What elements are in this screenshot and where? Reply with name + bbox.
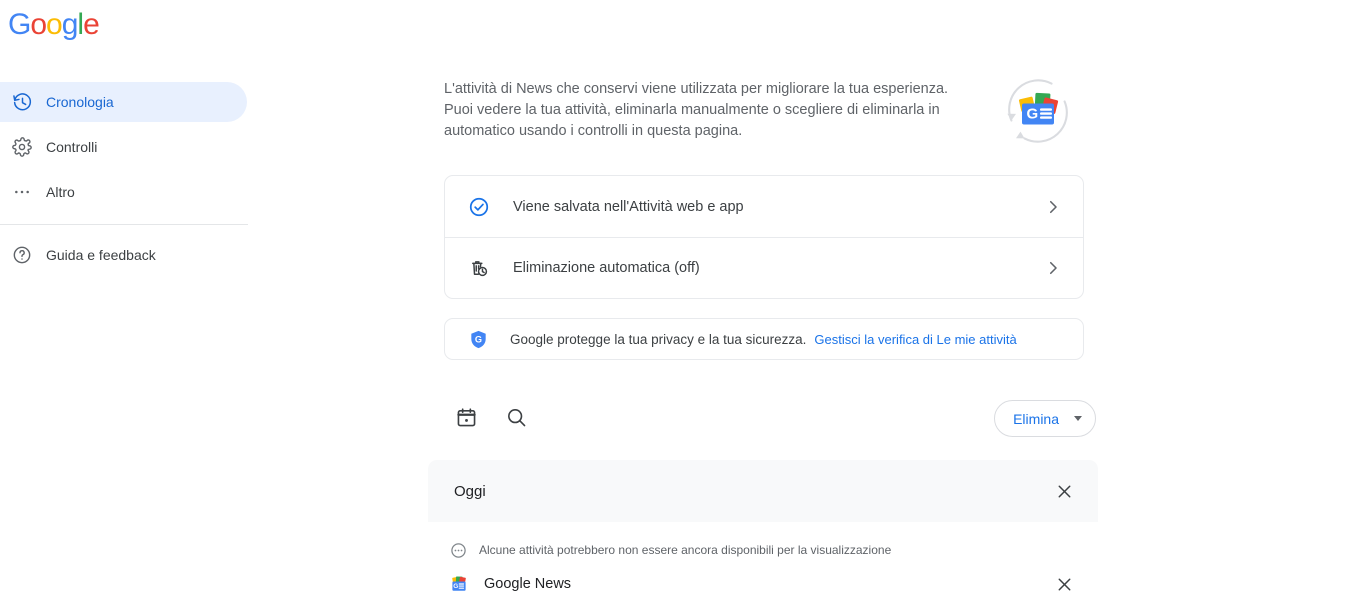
day-group-oggi: Oggi Alcune attività potrebbero non esse… — [428, 460, 1098, 603]
chevron-right-icon[interactable] — [1043, 258, 1063, 278]
check-circle-icon — [467, 195, 491, 219]
sidebar-item-label: Controlli — [46, 139, 98, 155]
help-circle-icon — [10, 243, 34, 267]
delete-button-label: Elimina — [1013, 410, 1059, 427]
pending-activity-notice: Alcune attività potrebbero non essere an… — [428, 535, 1098, 565]
google-news-icon: G — [450, 575, 468, 593]
search-icon[interactable] — [505, 406, 529, 430]
activity-item-row[interactable]: G Google News — [428, 565, 1098, 603]
activity-control-row-web-app[interactable]: Viene salvata nell'Attività web e app — [445, 176, 1083, 237]
privacy-text: Google protegge la tua privacy e la tua … — [510, 331, 807, 347]
sidebar-item-guida-e-feedback[interactable]: Guida e feedback — [0, 235, 270, 275]
activity-page: Google Cronologia Controlli Altro Guida … — [0, 0, 1366, 610]
activity-toolbar: Elimina — [444, 400, 1112, 437]
more-horizontal-icon — [10, 180, 34, 204]
main-content: L'attività di News che conservi viene ut… — [428, 0, 1128, 610]
activity-control-label: Viene salvata nell'Attività web e app — [513, 198, 744, 215]
sidebar-divider — [0, 224, 248, 225]
gear-icon — [10, 135, 34, 159]
sidebar: Google Cronologia Controlli Altro Guida … — [0, 0, 270, 610]
sidebar-nav-bottom: Guida e feedback — [0, 235, 270, 280]
activity-control-row-auto-delete[interactable]: Eliminazione automatica (off) — [445, 237, 1083, 298]
sidebar-item-controlli[interactable]: Controlli — [0, 127, 270, 167]
google-shield-icon: G — [467, 328, 489, 350]
sidebar-item-altro[interactable]: Altro — [0, 172, 270, 212]
auto-delete-icon — [467, 256, 491, 280]
sidebar-item-label: Guida e feedback — [46, 247, 156, 263]
manage-verification-link[interactable]: Gestisci la verifica di Le mie attività — [814, 332, 1016, 347]
svg-text:G: G — [474, 334, 481, 344]
privacy-card: G Google protegge la tua privacy e la tu… — [444, 318, 1084, 360]
pending-dots-icon — [450, 542, 467, 559]
close-icon[interactable] — [1052, 572, 1076, 596]
svg-text:G: G — [453, 583, 458, 590]
activity-controls-card: Viene salvata nell'Attività web e app El… — [444, 175, 1084, 299]
caret-down-icon — [1074, 416, 1082, 421]
activity-item-title: Google News — [484, 576, 572, 592]
activity-control-label: Eliminazione automatica (off) — [513, 260, 700, 276]
google-news-autodelete-illustration: G — [999, 72, 1077, 150]
close-icon[interactable] — [1052, 479, 1076, 503]
sidebar-item-cronologia[interactable]: Cronologia — [0, 82, 247, 122]
sidebar-item-label: Cronologia — [46, 94, 114, 110]
day-group-header: Oggi — [428, 460, 1098, 522]
day-group-title: Oggi — [454, 482, 486, 500]
sidebar-nav: Cronologia Controlli Altro — [0, 82, 270, 217]
svg-text:G: G — [1027, 105, 1039, 122]
chevron-right-icon[interactable] — [1043, 197, 1063, 217]
delete-button[interactable]: Elimina — [994, 400, 1096, 437]
calendar-icon[interactable] — [455, 406, 479, 430]
history-icon — [10, 90, 34, 114]
pending-activity-text: Alcune attività potrebbero non essere an… — [479, 543, 892, 557]
google-logo[interactable]: Google — [8, 10, 100, 40]
sidebar-item-label: Altro — [46, 184, 75, 200]
intro-paragraph: L'attività di News che conservi viene ut… — [444, 81, 949, 139]
